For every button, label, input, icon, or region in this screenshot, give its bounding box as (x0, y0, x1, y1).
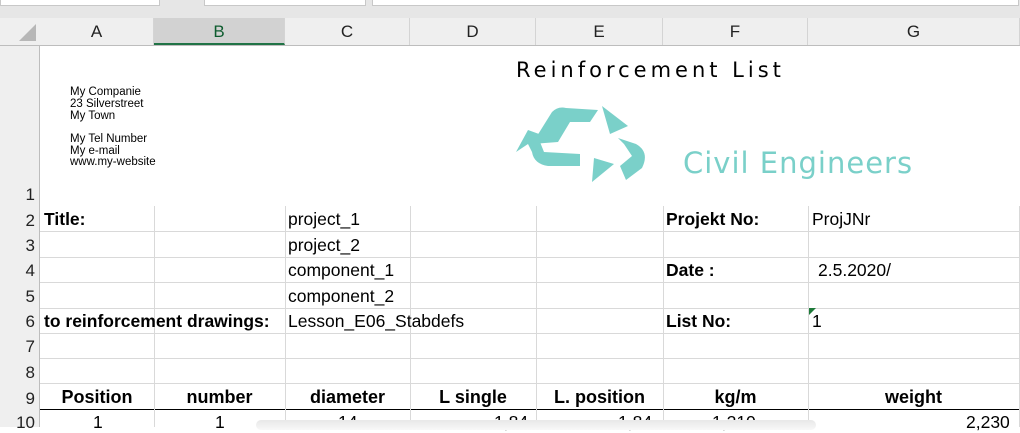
column-header-g[interactable]: G (808, 18, 1020, 45)
toolbar-strip (0, 0, 1020, 18)
row-header-4[interactable]: 4 (0, 257, 40, 282)
col-header-l-position[interactable]: L. position (536, 384, 663, 410)
column-header-f[interactable]: F (663, 18, 808, 45)
popup-shadow (256, 420, 816, 430)
col-header-number[interactable]: number (154, 384, 285, 410)
row-header-5[interactable]: 5 (0, 282, 40, 308)
table-cell[interactable]: 2,230 (966, 412, 1010, 433)
company-website: www.my-website (70, 156, 156, 168)
column-header-e[interactable]: E (536, 18, 663, 45)
cell-c3[interactable]: project_2 (288, 235, 360, 256)
row-header-9[interactable]: 9 (0, 384, 40, 410)
cell-c4[interactable]: component_1 (288, 260, 394, 281)
toolbar-box (0, 0, 160, 6)
row-header-8[interactable]: 8 (0, 358, 40, 384)
col-header-position[interactable]: Position (40, 384, 154, 410)
table-cell[interactable]: 1 (215, 412, 225, 433)
column-header-a[interactable]: A (40, 18, 154, 45)
column-header-c[interactable]: C (285, 18, 410, 45)
sheet-grid[interactable]: My Companie 23 Silverstreet My Town My T… (40, 46, 1020, 432)
col-header-kg-m[interactable]: kg/m (663, 384, 808, 410)
company-name: My Companie (70, 86, 141, 98)
company-tagline: Civil Engineers (683, 146, 914, 180)
column-header-b[interactable]: B (154, 18, 285, 45)
col-header-diameter[interactable]: diameter (285, 384, 410, 410)
cell-g2-project-no[interactable]: ProjJNr (812, 209, 870, 230)
col-header-weight[interactable]: weight (808, 384, 1019, 410)
cell-c5[interactable]: component_2 (288, 286, 394, 307)
toolbar-box (204, 0, 366, 6)
cell-f6-list-no-label[interactable]: List No: (666, 311, 731, 332)
company-street: 23 Silverstreet (70, 98, 144, 110)
row-header-7[interactable]: 7 (0, 333, 40, 358)
row-header-2[interactable]: 2 (0, 206, 40, 232)
row-header-6[interactable]: 6 (0, 308, 40, 333)
recycle-icon (510, 104, 660, 191)
cell-c6[interactable]: Lesson_E06_Stabdefs (288, 311, 464, 332)
table-row[interactable]: 1 (93, 412, 103, 433)
select-all-corner[interactable] (0, 18, 40, 45)
cell-a6-drawings-label[interactable]: to reinforcement drawings: (44, 311, 284, 332)
cell-g4-date[interactable]: 2.5.2020/ (818, 260, 891, 281)
formula-bar[interactable] (372, 0, 1019, 6)
cell-f2-project-no-label[interactable]: Projekt No: (666, 209, 759, 230)
company-phone: My Tel Number (70, 133, 148, 145)
row-header-1[interactable]: 1 (0, 46, 40, 206)
column-header-d[interactable]: D (410, 18, 536, 45)
cell-g6-list-no[interactable]: 1 (812, 311, 822, 332)
cell-a2-title-label[interactable]: Title: (44, 209, 86, 230)
row-header-3[interactable]: 3 (0, 232, 40, 257)
row-header-10[interactable]: 10 (0, 410, 40, 432)
col-header-l-single[interactable]: L single (410, 384, 536, 410)
cell-f4-date-label[interactable]: Date : (666, 260, 715, 281)
company-town: My Town (70, 110, 116, 122)
cell-c2[interactable]: project_1 (288, 209, 360, 230)
page-title: Reinforcement List (516, 58, 785, 82)
column-header-bar: A B C D E F G (0, 18, 1020, 46)
